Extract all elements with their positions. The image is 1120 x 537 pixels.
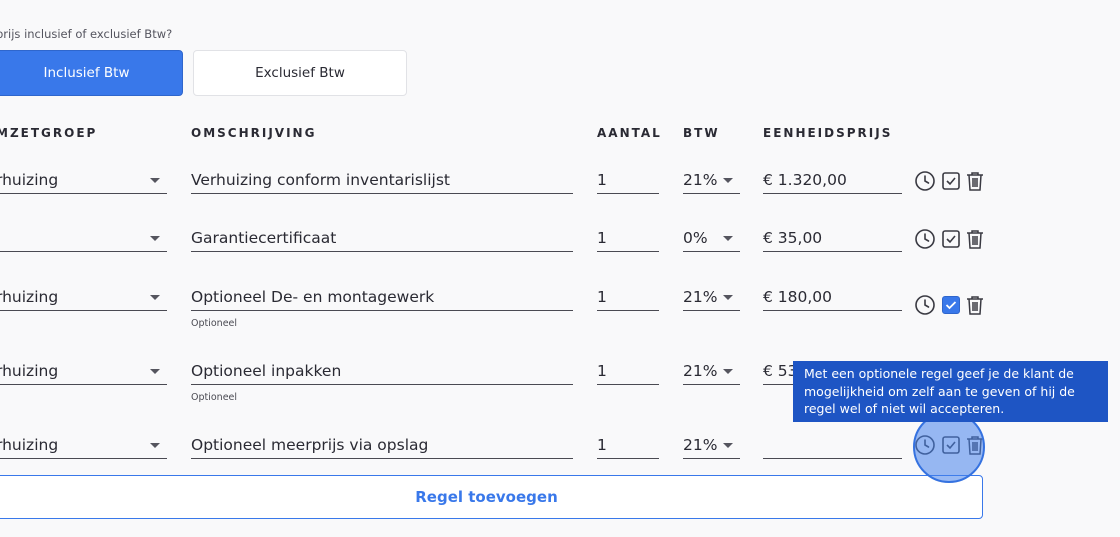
revenue-group-value: rhuizing xyxy=(0,288,59,306)
revenue-group-value: rhuizing xyxy=(0,171,59,189)
chevron-down-icon xyxy=(723,178,733,183)
checkbox-checked-icon[interactable] xyxy=(940,294,962,316)
clock-icon[interactable] xyxy=(914,228,936,250)
chevron-down-icon xyxy=(723,295,733,300)
revenue-group-select[interactable]: rhuizing xyxy=(0,433,167,459)
chevron-down-icon xyxy=(150,236,160,241)
revenue-group-select[interactable] xyxy=(0,226,167,252)
add-row-button[interactable]: Regel toevoegen xyxy=(0,475,983,519)
quantity-input[interactable]: 1 xyxy=(597,226,659,252)
description-input[interactable]: Optioneel inpakken xyxy=(191,359,573,385)
vat-value: 21% xyxy=(683,288,718,306)
vat-value: 21% xyxy=(683,436,718,454)
tooltip-line: regel wel of niet wil accepteren. xyxy=(804,401,1005,416)
checkbox-icon[interactable] xyxy=(940,228,962,250)
trash-icon[interactable] xyxy=(964,228,986,250)
chevron-down-icon xyxy=(723,369,733,374)
clock-icon[interactable] xyxy=(914,170,936,192)
unit-price-input[interactable]: € 1.320,00 xyxy=(763,168,902,194)
description-input[interactable]: Optioneel meerprijs via opslag xyxy=(191,433,573,459)
description-input[interactable]: Optioneel De- en montagewerk xyxy=(191,285,573,311)
vat-value: 0% xyxy=(683,229,708,247)
revenue-group-value: rhuizing xyxy=(0,436,59,454)
exclusive-vat-button[interactable]: Exclusief Btw xyxy=(193,50,407,96)
revenue-group-select[interactable]: rhuizing xyxy=(0,168,167,194)
quantity-input[interactable]: 1 xyxy=(597,433,659,459)
description-input[interactable]: Garantiecertificaat xyxy=(191,226,573,252)
vat-question: prijs inclusief of exclusief Btw? xyxy=(0,27,173,41)
optional-note: Optioneel xyxy=(191,392,238,403)
trash-icon[interactable] xyxy=(964,294,986,316)
quantity-input[interactable]: 1 xyxy=(597,168,659,194)
quantity-input[interactable]: 1 xyxy=(597,285,659,311)
chevron-down-icon xyxy=(723,443,733,448)
column-header-eenheidsprijs: EENHEIDSPRIJS xyxy=(763,126,893,140)
chevron-down-icon xyxy=(150,295,160,300)
unit-price-input[interactable] xyxy=(763,433,902,459)
unit-price-input[interactable]: € 180,00 xyxy=(763,285,902,311)
checkbox-icon[interactable] xyxy=(940,170,962,192)
chevron-down-icon xyxy=(150,369,160,374)
unit-price-input[interactable]: € 35,00 xyxy=(763,226,902,252)
revenue-group-select[interactable]: rhuizing xyxy=(0,285,167,311)
trash-icon[interactable] xyxy=(964,170,986,192)
column-header-btw: BTW xyxy=(683,126,720,140)
inclusive-vat-button[interactable]: Inclusief Btw xyxy=(0,50,183,96)
vat-value: 21% xyxy=(683,171,718,189)
column-header-omzetgroep: MZETGROEP xyxy=(0,126,98,140)
column-header-aantal: AANTAL xyxy=(597,126,662,140)
quantity-input[interactable]: 1 xyxy=(597,359,659,385)
revenue-group-select[interactable]: rhuizing xyxy=(0,359,167,385)
column-header-omschrijving: OMSCHRIJVING xyxy=(191,126,317,140)
tooltip-line: Met een optionele regel geef je de klant… xyxy=(804,366,1074,381)
clock-icon[interactable] xyxy=(914,294,936,316)
revenue-group-value: rhuizing xyxy=(0,362,59,380)
vat-value: 21% xyxy=(683,362,718,380)
chevron-down-icon xyxy=(150,443,160,448)
optional-note: Optioneel xyxy=(191,318,238,329)
tooltip-line: mogelijkheid om zelf aan te geven of hij… xyxy=(804,383,1075,399)
description-input[interactable]: Verhuizing conform inventarislijst xyxy=(191,168,573,194)
optional-line-tooltip: Met een optionele regel geef je de klant… xyxy=(793,361,1108,422)
chevron-down-icon xyxy=(723,236,733,241)
chevron-down-icon xyxy=(150,178,160,183)
